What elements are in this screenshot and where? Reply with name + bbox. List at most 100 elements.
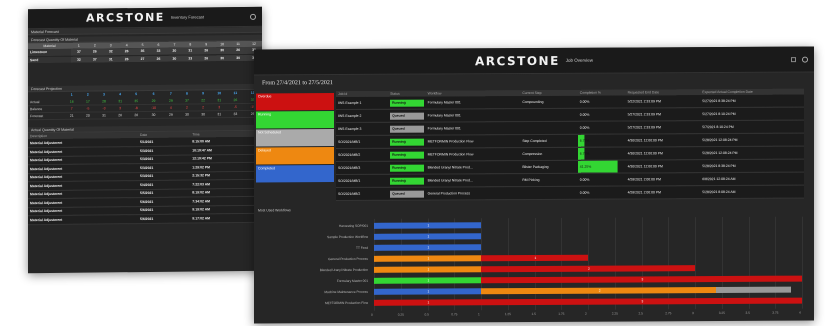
x-tick-label: 1.25	[504, 312, 511, 317]
most-used-workflows-chart: Most Used Workflows 0 0.25 0.5 0.75 1 1.25 1.5…	[254, 205, 814, 324]
status-legend: Overdue Running Not Scheduled Delayed Comple…	[254, 91, 336, 201]
bar-value-label: 2	[598, 288, 601, 293]
legend-delayed[interactable]: Delayed	[256, 147, 334, 165]
bar-value-label: 1	[427, 223, 430, 228]
status-badge: Queued	[390, 190, 424, 198]
table-cell: SO/2021/MB/1	[336, 135, 389, 149]
table-cell: 5/27/2021 2:33:09 PM	[625, 121, 701, 135]
table-cell: 5/7/2021 8:10:24 PM	[700, 120, 804, 134]
bar-value-label: 2	[588, 266, 590, 271]
table-cell: Sand	[28, 55, 71, 64]
legend-not-scheduled[interactable]: Not Scheduled	[256, 129, 334, 147]
table-cell: Queued	[388, 109, 426, 123]
workflow-label: General Production Process	[328, 256, 368, 262]
status-badge: Running	[390, 164, 424, 172]
table-cell: 30	[214, 54, 231, 62]
table-cell: 30	[166, 54, 183, 62]
x-tick-label: 2.25	[611, 311, 618, 316]
title-bar: ARCSTONE Job Overview	[254, 46, 814, 76]
gridline	[481, 218, 482, 311]
gridline	[695, 217, 696, 310]
table-cell: 30	[195, 110, 212, 118]
status-badge: Running	[390, 151, 424, 159]
table-cell: 4/28/2021 2:00:00 PM	[625, 185, 701, 200]
x-tick-label: 2	[585, 311, 587, 316]
table-cell: IWS Example 3	[336, 122, 389, 136]
table-cell: 30	[230, 53, 247, 62]
table-cell: 5/28/2021 8:38:24 PM	[700, 159, 804, 173]
x-tick-label: 0.25	[397, 312, 404, 317]
table-cell: 6/8/2021 12:08:24 AM	[700, 172, 804, 186]
status-badge: Running	[390, 138, 424, 146]
table-cell: 20	[79, 112, 96, 120]
table-cell: 4/28/2021 2:00:00 PM	[625, 172, 701, 187]
table-cell: 26	[198, 54, 215, 62]
table-cell	[520, 108, 578, 122]
table-cell: 31	[211, 110, 228, 118]
table-cell: 30	[178, 110, 196, 119]
table-cell: 32	[70, 55, 87, 63]
workflow-label: Sample Production Workflow	[327, 234, 368, 240]
table-cell: 31	[102, 55, 119, 63]
x-tick-label: 3	[692, 311, 694, 316]
table-cell: 33	[182, 54, 199, 62]
x-tick-label: 3.5	[745, 310, 750, 315]
bar-value-label: 1	[427, 300, 430, 305]
x-tick-label: 3.75	[772, 310, 779, 315]
window-title: Inventory Forecast	[170, 14, 204, 20]
table-cell: 0.00%	[577, 186, 626, 200]
table-row[interactable]: SO/2021/MB/2 Queued General Production Pro…	[336, 185, 804, 201]
workflow-label: TT Feed	[356, 245, 368, 250]
status-badge: Running	[390, 99, 424, 107]
inventory-forecast-window: ARCSTONE Inventory Forecast Material For…	[28, 6, 262, 274]
table-cell: SO/2021/MB/2	[336, 148, 389, 162]
x-tick-label: 1.75	[558, 311, 565, 316]
bar-value-label: 1	[427, 278, 430, 283]
table-cell: METFORMIN Production Flow	[425, 147, 521, 162]
table-cell: 4/30/2021 12:00:00 PM	[625, 146, 701, 161]
workflow-bar-segment[interactable]	[716, 286, 792, 294]
gridline	[641, 217, 643, 310]
table-cell: 4/30/2021 12:00:00 PM	[625, 159, 701, 174]
table-cell: RM Picking	[520, 173, 578, 187]
workflow-label: Blended Uranyl Nitrate Production	[319, 267, 368, 273]
jobs-table: Job Id Status Workflow Current Step Completi…	[336, 88, 804, 201]
table-cell: 37	[86, 55, 103, 63]
expand-icon[interactable]	[791, 56, 796, 62]
table-cell: 26	[150, 54, 167, 62]
power-icon[interactable]	[250, 13, 256, 20]
bar-value-label: 1	[534, 255, 537, 260]
bar-value-label: 3	[641, 299, 644, 304]
table-cell: Running	[388, 135, 426, 149]
table-cell	[520, 121, 578, 135]
table-cell: Formulary Master 001	[425, 109, 521, 123]
status-badge: Queued	[390, 125, 424, 133]
table-cell: 5/6/2021	[138, 214, 191, 224]
x-tick-label: 4	[799, 310, 801, 315]
table-cell: 5/28/2021 12:08:24 PM	[700, 146, 804, 160]
legend-overdue[interactable]: Overdue	[256, 93, 334, 111]
table-cell: Queued	[388, 187, 426, 201]
table-cell: 31	[95, 111, 113, 120]
x-tick-label: 0	[371, 312, 373, 317]
table-cell: SO/2021/MB/3	[336, 161, 389, 175]
table-cell: 0.00%	[577, 173, 626, 187]
gridline	[802, 216, 803, 309]
title-bar: ARCSTONE Inventory Forecast	[28, 6, 262, 30]
table-cell: General Production Process	[425, 186, 521, 201]
table-row[interactable]: Material Adjustment 5/6/2021 9:17:02 AM	[28, 213, 262, 225]
legend-running[interactable]: Running	[256, 111, 334, 129]
table-cell: 21	[63, 112, 80, 120]
gridline	[721, 217, 723, 310]
table-cell: 5/22/2021 2:33:09 PM	[625, 95, 701, 109]
bar-value-label: 3	[641, 277, 644, 282]
gridline	[427, 218, 429, 311]
legend-completed[interactable]: Completed	[256, 165, 334, 183]
power-icon[interactable]	[802, 56, 808, 63]
table-cell: Blended Uranyl Nitrate Prod...	[425, 160, 521, 175]
table-cell: Running	[388, 96, 426, 110]
table-cell: SO/2021/MB/2	[336, 187, 389, 201]
table-cell: METFORMIN Production Flow	[425, 134, 521, 149]
table-cell	[520, 186, 578, 200]
bar-value-label: 1	[427, 289, 430, 294]
